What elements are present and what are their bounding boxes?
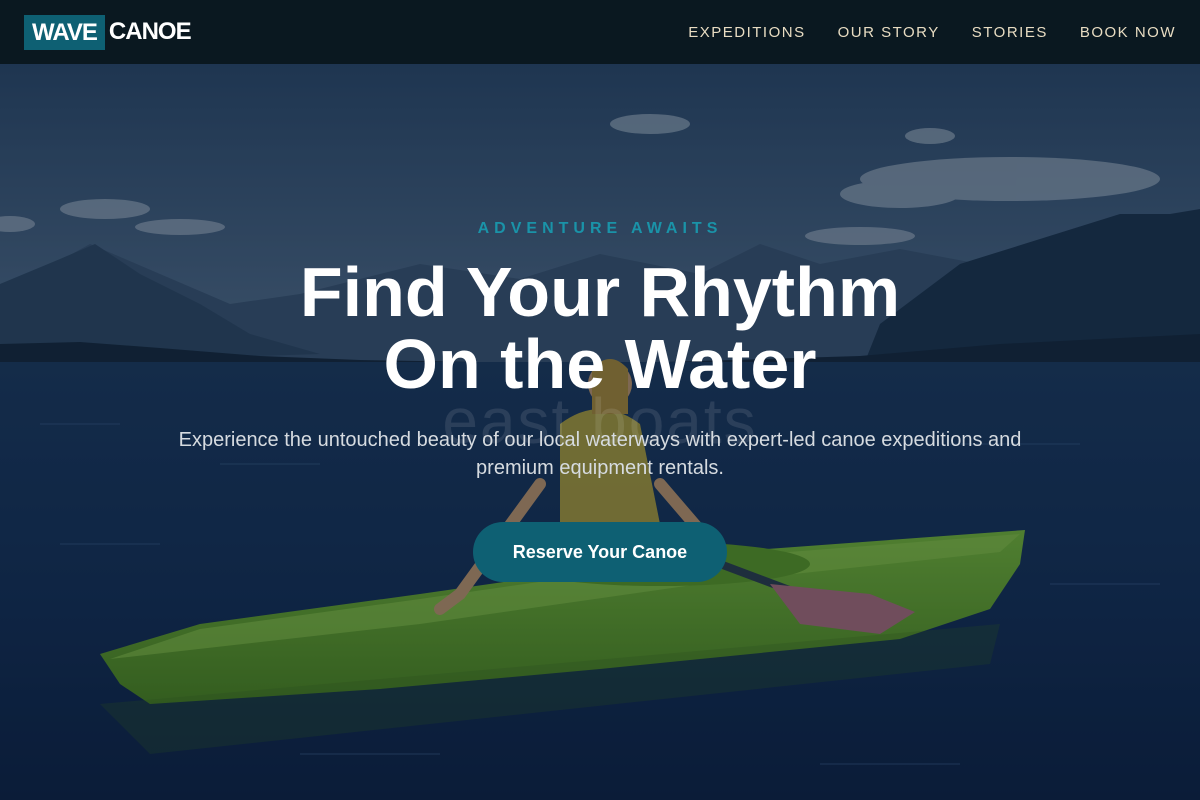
nav-link-book-now[interactable]: BOOK NOW <box>1080 24 1176 41</box>
hero-subtext-line1: Experience the untouched beauty of our l… <box>178 429 1022 451</box>
logo-canoe-text: CANOE <box>108 18 192 45</box>
main-nav: EXPEDITIONS OUR STORY STORIES BOOK NOW <box>688 24 1176 41</box>
hero-section: east boats ADVENTURE AWAITS Find Your Rh… <box>0 64 1200 800</box>
hero-headline-line1: Find Your Rhythm <box>299 253 901 331</box>
nav-link-expeditions[interactable]: EXPEDITIONS <box>688 24 805 41</box>
hero-eyebrow: ADVENTURE AWAITS <box>477 220 723 237</box>
logo[interactable]: WAVE CANOE <box>24 14 192 50</box>
logo-wave-text: WAVE <box>24 14 105 50</box>
hero-headline: Find Your Rhythm On the Water <box>0 256 1200 400</box>
hero-subtext-line2: premium equipment rentals. <box>476 457 724 479</box>
site-header: WAVE CANOE EXPEDITIONS OUR STORY STORIES… <box>0 0 1200 64</box>
reserve-canoe-button[interactable]: Reserve Your Canoe <box>473 522 727 582</box>
hero-headline-line2: On the Water <box>383 325 817 403</box>
nav-link-stories[interactable]: STORIES <box>972 24 1048 41</box>
hero-subtext: Experience the untouched beauty of our l… <box>170 426 1030 482</box>
nav-link-our-story[interactable]: OUR STORY <box>838 24 940 41</box>
